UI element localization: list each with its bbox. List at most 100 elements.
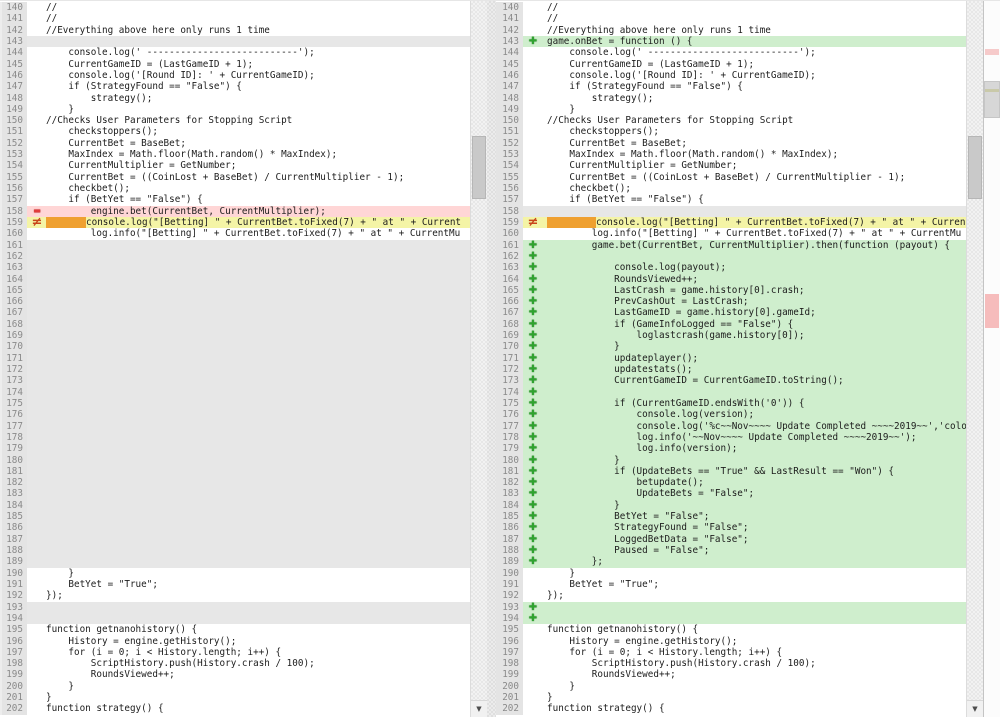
line-body[interactable]: } bbox=[523, 104, 966, 115]
code-line[interactable]: 159≠console.log("[Betting] " + CurrentBe… bbox=[0, 217, 470, 228]
code-line[interactable]: 142//Everything above here only runs 1 t… bbox=[496, 25, 966, 36]
code-line[interactable]: 158▬ engine.bet(CurrentBet, CurrentMulti… bbox=[0, 206, 470, 217]
line-body[interactable]: CurrentBet = ((CoinLost + BaseBet) / Cur… bbox=[27, 172, 470, 183]
line-body[interactable] bbox=[27, 36, 470, 47]
code-line[interactable]: 199 RoundsViewed++; bbox=[496, 669, 966, 680]
line-body[interactable]: ✚game.onBet = function () { bbox=[523, 36, 966, 47]
line-body[interactable]: checkbet(); bbox=[27, 183, 470, 194]
line-body[interactable]: ✚ log.info('~~Nov~~~~ Update Completed ~… bbox=[523, 432, 966, 443]
code-line[interactable]: 141// bbox=[0, 13, 470, 24]
line-body[interactable]: function strategy() { bbox=[27, 703, 470, 714]
code-line[interactable]: 144 console.log(' ----------------------… bbox=[0, 47, 470, 58]
code-line[interactable]: 183✚ UpdateBets = "False"; bbox=[496, 488, 966, 499]
code-line[interactable]: 191 BetYet = "True"; bbox=[0, 579, 470, 590]
line-body[interactable]: ✚ game.bet(CurrentBet, CurrentMultiplier… bbox=[523, 240, 966, 251]
code-line[interactable]: 194✚ bbox=[496, 613, 966, 624]
line-body[interactable]: ✚ betupdate(); bbox=[523, 477, 966, 488]
right-editor-pane[interactable]: 140//141//142//Everything above here onl… bbox=[496, 1, 966, 717]
code-line[interactable]: 153 MaxIndex = Math.floor(Math.random() … bbox=[496, 149, 966, 160]
code-line[interactable]: 198 ScriptHistory.push(History.crash / 1… bbox=[0, 658, 470, 669]
line-body[interactable]: // bbox=[27, 13, 470, 24]
line-body[interactable]: }); bbox=[27, 590, 470, 601]
line-body[interactable]: BetYet = "True"; bbox=[27, 579, 470, 590]
code-line[interactable]: 166 bbox=[0, 296, 470, 307]
line-body[interactable] bbox=[27, 556, 470, 567]
line-body[interactable]: ✚ bbox=[523, 602, 966, 613]
code-line[interactable]: 194 bbox=[0, 613, 470, 624]
line-body[interactable]: ✚ if (UpdateBets == "True" && LastResult… bbox=[523, 466, 966, 477]
code-line[interactable]: 173 bbox=[0, 375, 470, 386]
code-line[interactable]: 146 console.log('[Round ID]: ' + Current… bbox=[0, 70, 470, 81]
code-line[interactable]: 144 console.log(' ----------------------… bbox=[496, 47, 966, 58]
code-line[interactable]: 159≠console.log("[Betting] " + CurrentBe… bbox=[496, 217, 966, 228]
code-line[interactable]: 178 bbox=[0, 432, 470, 443]
line-body[interactable]: History = engine.getHistory(); bbox=[27, 636, 470, 647]
line-body[interactable]: ScriptHistory.push(History.crash / 100); bbox=[523, 658, 966, 669]
code-line[interactable]: 195function getnanohistory() { bbox=[496, 624, 966, 635]
code-line[interactable]: 146 console.log('[Round ID]: ' + Current… bbox=[496, 70, 966, 81]
line-body[interactable] bbox=[27, 307, 470, 318]
code-line[interactable]: 193✚ bbox=[496, 602, 966, 613]
code-line[interactable]: 191 BetYet = "True"; bbox=[496, 579, 966, 590]
code-line[interactable]: 176 bbox=[0, 409, 470, 420]
code-line[interactable]: 198 ScriptHistory.push(History.crash / 1… bbox=[496, 658, 966, 669]
line-body[interactable]: } bbox=[523, 692, 966, 703]
line-body[interactable]: function getnanohistory() { bbox=[27, 624, 470, 635]
line-body[interactable]: RoundsViewed++; bbox=[27, 669, 470, 680]
code-line[interactable]: 195function getnanohistory() { bbox=[0, 624, 470, 635]
line-body[interactable]: CurrentMultiplier = GetNumber; bbox=[27, 160, 470, 171]
line-body[interactable]: ≠console.log("[Betting] " + CurrentBet.t… bbox=[523, 217, 966, 228]
code-line[interactable]: 200 } bbox=[0, 681, 470, 692]
code-line[interactable]: 149 } bbox=[496, 104, 966, 115]
code-line[interactable]: 183 bbox=[0, 488, 470, 499]
code-line[interactable]: 164 bbox=[0, 274, 470, 285]
code-line[interactable]: 163✚ console.log(payout); bbox=[496, 262, 966, 273]
code-line[interactable]: 174✚ bbox=[496, 387, 966, 398]
line-body[interactable]: CurrentGameID = (LastGameID + 1); bbox=[27, 59, 470, 70]
code-line[interactable]: 151 checkstoppers(); bbox=[0, 126, 470, 137]
code-line[interactable]: 157 if (BetYet == "False") { bbox=[496, 194, 966, 205]
code-line[interactable]: 160 log.info("[Betting] " + CurrentBet.t… bbox=[496, 228, 966, 239]
pane-splitter[interactable] bbox=[487, 1, 496, 717]
left-editor-pane[interactable]: 140//141//142//Everything above here onl… bbox=[0, 1, 470, 717]
code-line[interactable]: 175✚ if (CurrentGameID.endsWith('0')) { bbox=[496, 398, 966, 409]
line-body[interactable]: //Everything above here only runs 1 time bbox=[523, 25, 966, 36]
code-line[interactable]: 172✚ updatestats(); bbox=[496, 364, 966, 375]
line-body[interactable]: ▬ engine.bet(CurrentBet, CurrentMultipli… bbox=[27, 206, 470, 217]
code-line[interactable]: 181 bbox=[0, 466, 470, 477]
code-line[interactable]: 168 bbox=[0, 319, 470, 330]
code-line[interactable]: 196 History = engine.getHistory(); bbox=[0, 636, 470, 647]
code-line[interactable]: 184✚ } bbox=[496, 500, 966, 511]
line-body[interactable]: ✚ RoundsViewed++; bbox=[523, 274, 966, 285]
diff-navigation-bar[interactable] bbox=[983, 1, 1000, 717]
code-line[interactable]: 158 bbox=[496, 206, 966, 217]
line-body[interactable]: ✚ bbox=[523, 251, 966, 262]
code-line[interactable]: 170✚ } bbox=[496, 341, 966, 352]
line-body[interactable]: if (StrategyFound == "False") { bbox=[523, 81, 966, 92]
code-line[interactable]: 188 bbox=[0, 545, 470, 556]
line-body[interactable]: ✚ console.log(version); bbox=[523, 409, 966, 420]
line-body[interactable] bbox=[27, 488, 470, 499]
line-body[interactable] bbox=[27, 353, 470, 364]
code-line[interactable]: 172 bbox=[0, 364, 470, 375]
code-line[interactable]: 184 bbox=[0, 500, 470, 511]
line-body[interactable]: ScriptHistory.push(History.crash / 100); bbox=[27, 658, 470, 669]
line-body[interactable]: ✚ StrategyFound = "False"; bbox=[523, 522, 966, 533]
code-line[interactable]: 174 bbox=[0, 387, 470, 398]
code-line[interactable]: 199 RoundsViewed++; bbox=[0, 669, 470, 680]
code-line[interactable]: 166✚ PrevCashOut = LastCrash; bbox=[496, 296, 966, 307]
code-line[interactable]: 177✚ console.log('%c~~Nov~~~~ Update Com… bbox=[496, 421, 966, 432]
code-line[interactable]: 154 CurrentMultiplier = GetNumber; bbox=[496, 160, 966, 171]
code-line[interactable]: 178✚ log.info('~~Nov~~~~ Update Complete… bbox=[496, 432, 966, 443]
code-line[interactable]: 192}); bbox=[0, 590, 470, 601]
scroll-down-arrow-icon[interactable]: ▼ bbox=[967, 700, 983, 717]
line-body[interactable]: //Checks User Parameters for Stopping Sc… bbox=[27, 115, 470, 126]
line-body[interactable]: console.log(' --------------------------… bbox=[523, 47, 966, 58]
right-scrollbar-thumb[interactable] bbox=[968, 136, 982, 199]
code-line[interactable]: 187 bbox=[0, 534, 470, 545]
line-body[interactable] bbox=[27, 455, 470, 466]
line-body[interactable]: ✚ loglastcrash(game.history[0]); bbox=[523, 330, 966, 341]
code-line[interactable]: 161✚ game.bet(CurrentBet, CurrentMultipl… bbox=[496, 240, 966, 251]
code-line[interactable]: 189✚ }; bbox=[496, 556, 966, 567]
code-line[interactable]: 162 bbox=[0, 251, 470, 262]
